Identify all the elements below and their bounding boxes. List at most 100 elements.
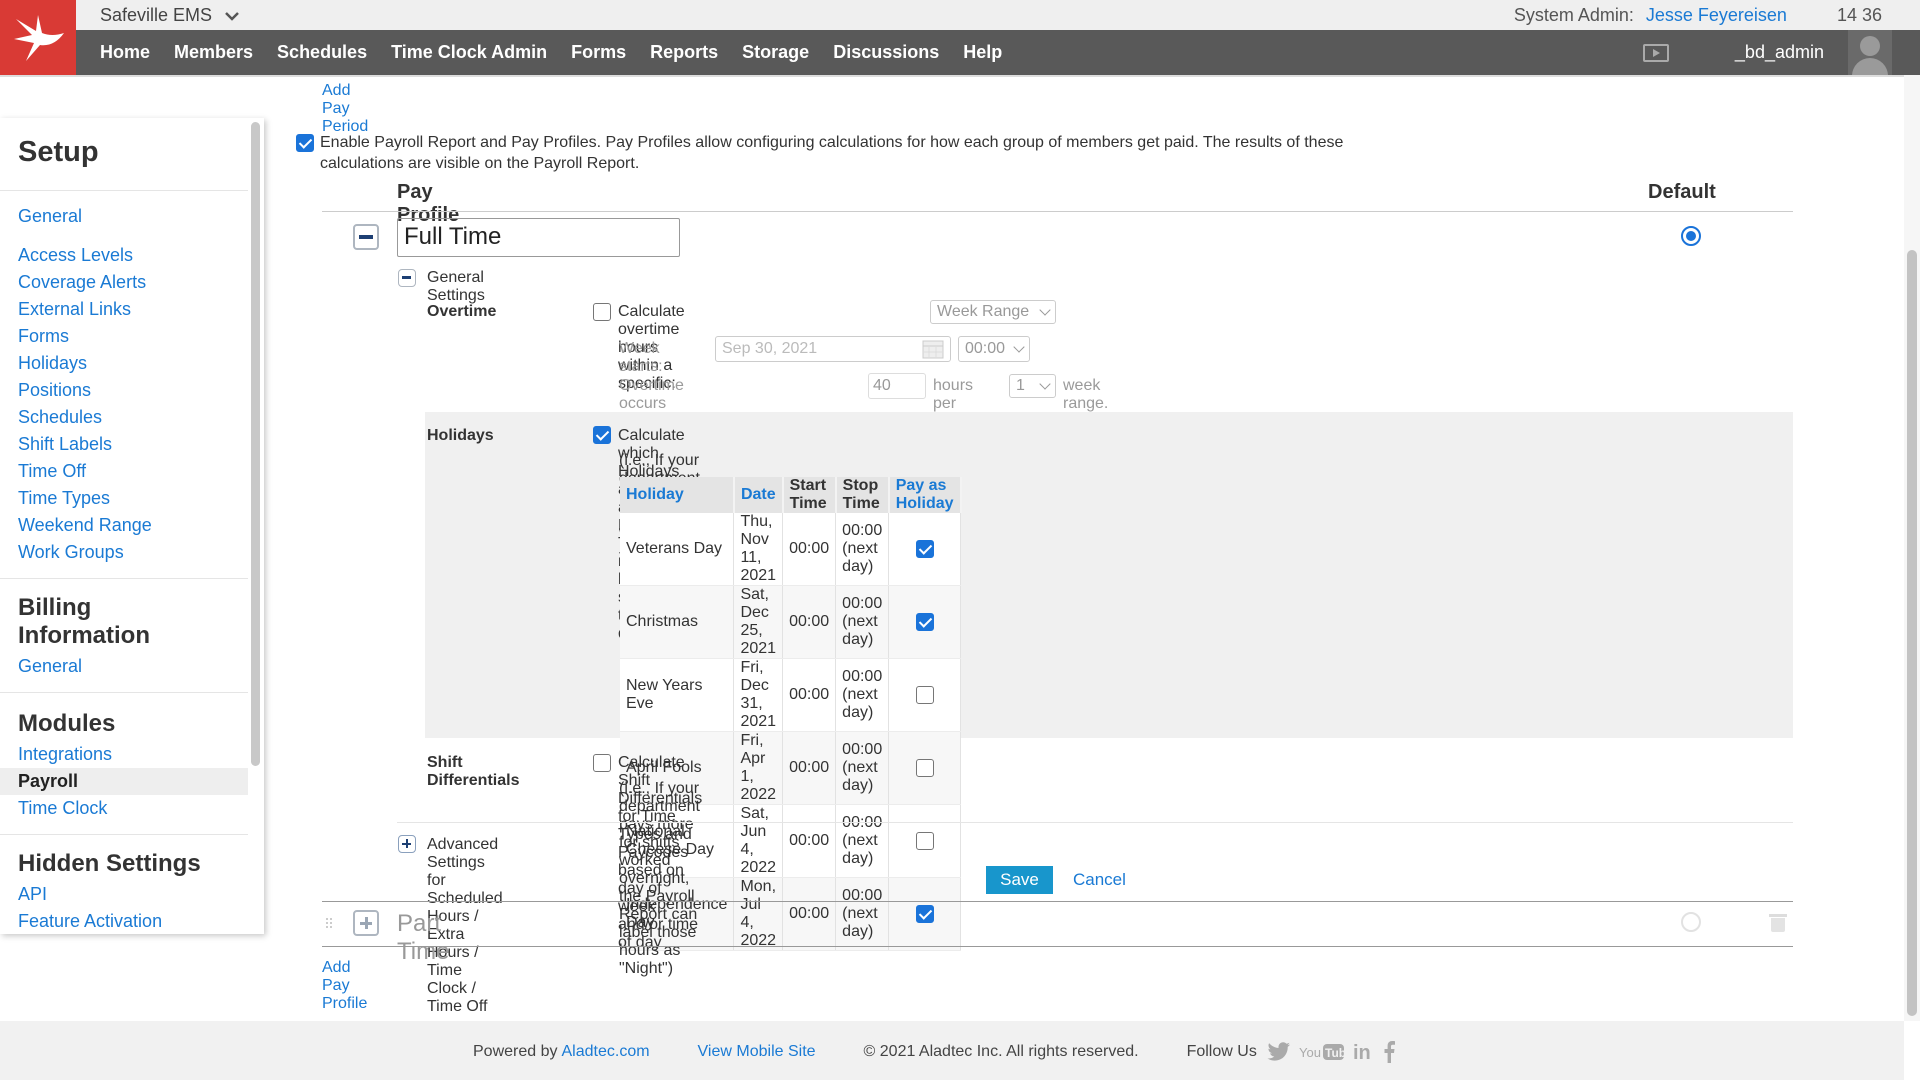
admin-name-link[interactable]: Jesse Feyereisen [1646,5,1787,26]
holidays-checkbox[interactable] [593,426,611,444]
shift-differentials-checkbox[interactable] [593,754,611,772]
column-header-pay-as-holiday[interactable]: Pay as Holiday [888,477,962,513]
drag-handle-icon[interactable] [325,917,333,929]
overtime-per-select[interactable]: 1 [1009,374,1056,398]
calendar-icon[interactable] [922,339,944,359]
present-mode-icon[interactable] [1642,43,1669,62]
sidebar-item-feature-activation[interactable]: Feature Activation [18,911,162,932]
pay-as-holiday-checkbox[interactable] [915,758,934,777]
column-header-stop-time: Stop Time [835,477,890,513]
sidebar-item-holidays[interactable]: Holidays [18,353,87,374]
nav-members[interactable]: Members [174,42,253,63]
sidebar-item-access-levels[interactable]: Access Levels [18,245,133,266]
sidebar-scrollbar[interactable] [251,122,260,766]
pay-as-holiday-checkbox[interactable] [915,612,934,631]
sidebar-item-positions[interactable]: Positions [18,380,91,401]
main-nav: Home Members Schedules Time Clock Admin … [76,30,1920,75]
divider [322,946,1793,947]
org-name[interactable]: Safeville EMS [100,5,212,26]
overtime-range-select[interactable]: Week Range [930,300,1056,324]
holiday-stop: 00:00 (next day) [835,513,890,586]
nav-reports[interactable]: Reports [650,42,718,63]
sidebar-item-billing-general[interactable]: General [18,656,82,677]
nav-forms[interactable]: Forms [571,42,626,63]
trash-icon[interactable] [1769,912,1787,932]
nav-storage[interactable]: Storage [742,42,809,63]
overtime-hours-input[interactable]: 40 [868,373,926,399]
twitter-icon[interactable] [1267,1042,1291,1062]
column-header-holiday[interactable]: Holiday [620,477,735,513]
column-header-date[interactable]: Date [733,477,784,513]
pay-as-holiday-checkbox[interactable] [915,831,934,850]
holiday-name: New Years Eve [620,658,735,732]
cancel-link[interactable]: Cancel [1073,870,1126,890]
sidebar-item-coverage-alerts[interactable]: Coverage Alerts [18,272,146,293]
divider [397,822,1793,823]
table-header-row: Holiday Date Start Time Stop Time Pay as… [620,477,962,513]
profile-name-input[interactable]: Full Time [397,218,680,257]
nav-help[interactable]: Help [963,42,1002,63]
sidebar-item-time-clock[interactable]: Time Clock [18,798,107,819]
chevron-down-icon [1039,378,1051,390]
page-scrollbar[interactable] [1904,75,1920,1021]
divider [0,578,248,579]
page-scrollbar-thumb[interactable] [1907,250,1917,1016]
collapse-general-settings-button[interactable] [398,269,416,287]
holiday-date: Fri, Apr 1, 2022 [733,731,784,805]
linkedin-icon[interactable]: in [1353,1042,1375,1062]
facebook-icon[interactable] [1383,1041,1395,1063]
week-starts-date-input[interactable]: Sep 30, 2021 [715,336,951,362]
avatar[interactable] [1848,30,1892,75]
follow-us-text: Follow Us [1186,1043,1257,1060]
sidebar-item-shift-labels[interactable]: Shift Labels [18,434,112,455]
holiday-stop: 00:00 (next day) [835,658,890,732]
holiday-start: 00:00 [782,658,837,732]
nav-home[interactable]: Home [100,42,150,63]
table-row: New Years Eve Fri, Dec 31, 2021 00:00 00… [620,658,962,732]
svg-text:Tube: Tube [1325,1046,1345,1060]
expand-advanced-settings-button[interactable] [398,835,416,853]
default-radio-full-time[interactable] [1681,226,1701,246]
sidebar-item-work-groups[interactable]: Work Groups [18,542,124,563]
week-starts-label: Week starts: [619,340,663,375]
add-pay-profile-link[interactable]: Add Pay Profile [322,959,367,1013]
youtube-icon[interactable]: You Tube [1299,1042,1345,1062]
view-mobile-site-link[interactable]: View Mobile Site [698,1043,816,1061]
pay-as-holiday-checkbox[interactable] [915,685,934,704]
sidebar-item-time-types[interactable]: Time Types [18,488,110,509]
aladtec-logo[interactable] [0,0,76,75]
pay-as-holiday-checkbox[interactable] [915,539,934,558]
pay-as-holiday-checkbox[interactable] [915,904,934,923]
collapse-profile-button[interactable] [353,224,379,250]
save-button[interactable]: Save [986,866,1053,894]
shift-differentials-note: (i.e., If your department pays more for … [619,780,700,977]
nav-time-clock-admin[interactable]: Time Clock Admin [391,42,547,63]
enable-payroll-checkbox[interactable] [296,134,314,152]
footer: Powered by Aladtec.com View Mobile Site … [0,1021,1904,1080]
username[interactable]: _bd_admin [1735,42,1824,63]
sidebar-item-integrations[interactable]: Integrations [18,744,112,765]
sidebar-item-time-off[interactable]: Time Off [18,461,86,482]
org-switcher[interactable]: Safeville EMS [100,5,240,26]
chevron-down-icon[interactable] [224,10,240,22]
part-time-profile-name[interactable]: Part Time [397,910,449,966]
sidebar-item-external-links[interactable]: External Links [18,299,131,320]
sidebar-item-api[interactable]: API [18,884,47,905]
divider [322,211,1793,212]
default-radio-part-time[interactable] [1681,912,1701,932]
column-header-start-time: Start Time [782,477,837,513]
sidebar-item-forms[interactable]: Forms [18,326,69,347]
week-starts-time-select[interactable]: 00:00 [958,336,1030,362]
sidebar-item-payroll[interactable]: Payroll [18,771,78,792]
overtime-checkbox[interactable] [593,303,611,321]
add-pay-period-link[interactable]: Add Pay Period [322,82,368,136]
nav-schedules[interactable]: Schedules [277,42,367,63]
sidebar-item-weekend-range[interactable]: Weekend Range [18,515,152,536]
expand-profile-button[interactable] [353,910,379,936]
nav-discussions[interactable]: Discussions [833,42,939,63]
sidebar-item-schedules[interactable]: Schedules [18,407,102,428]
sidebar-item-general[interactable]: General [18,206,82,227]
header-divider [0,75,1904,77]
week-starts-time-value: 00:00 [965,340,1006,357]
aladtec-link[interactable]: Aladtec.com [562,1043,650,1061]
